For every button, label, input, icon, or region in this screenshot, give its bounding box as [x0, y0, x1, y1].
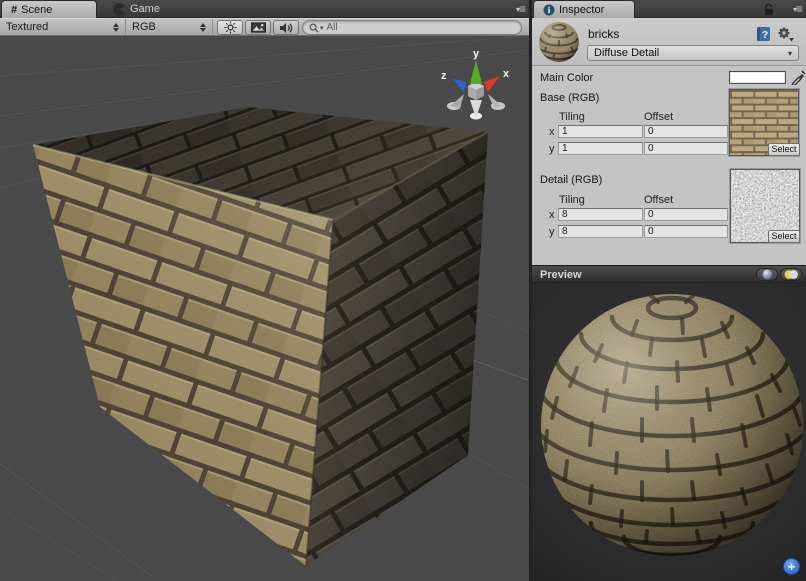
detail-row-y-label: y — [549, 226, 555, 238]
base-section-label: Base (RGB) — [540, 92, 599, 104]
gizmo-label-y: y — [473, 48, 480, 60]
brick-cube[interactable] — [33, 107, 488, 566]
scene-panel: # Scene Game ▾≡ Textured RGB — [0, 0, 529, 581]
scene-search-field[interactable]: ▾ — [302, 20, 522, 35]
search-scope-caret-icon[interactable]: ▾ — [320, 24, 324, 32]
dropdown-arrow-icon: ▾ — [788, 49, 792, 58]
inspector-panel: i Inspector ▾≡ — [530, 0, 806, 581]
skybox-toggle-button[interactable] — [245, 20, 271, 35]
unity-editor-window: # Scene Game ▾≡ Textured RGB — [0, 0, 806, 581]
material-ball-thumbnail — [538, 21, 580, 63]
lighting-toggle-button[interactable] — [217, 20, 243, 35]
search-input[interactable] — [327, 22, 515, 33]
shader-value: Diffuse Detail — [594, 47, 659, 59]
sun-icon — [224, 21, 237, 34]
gizmo-axis-x[interactable] — [484, 76, 500, 92]
scene-viewport[interactable]: y x z — [0, 36, 529, 581]
inspector-tabstrip: i Inspector ▾≡ — [532, 0, 806, 18]
lock-icon[interactable] — [763, 3, 774, 16]
scene-toolbar: Textured RGB — [0, 18, 529, 36]
svg-text:?: ? — [762, 30, 768, 41]
base-offset-y-input[interactable] — [644, 142, 728, 155]
tab-scene[interactable]: # Scene — [1, 0, 97, 18]
draw-mode-label: Textured — [6, 21, 48, 33]
base-offset-header: Offset — [644, 111, 673, 123]
detail-offset-y-input[interactable] — [644, 225, 728, 238]
gear-icon[interactable] — [777, 26, 794, 42]
detail-row-x-label: x — [549, 209, 555, 221]
scene-tabstrip: # Scene Game ▾≡ — [0, 0, 529, 18]
preview-area[interactable]: + — [532, 283, 806, 581]
preview-title: Preview — [540, 269, 582, 281]
base-row-x-label: x — [549, 126, 555, 138]
material-header: bricks Shader Diffuse Detail ▾ ? — [532, 18, 806, 66]
tab-game-label: Game — [130, 3, 160, 15]
shader-dropdown[interactable]: Diffuse Detail ▾ — [587, 45, 799, 61]
popup-arrows-icon — [105, 23, 119, 32]
preview-mesh-button[interactable] — [756, 268, 778, 281]
tab-inspector[interactable]: i Inspector — [533, 0, 635, 18]
main-color-label: Main Color — [540, 72, 593, 84]
speaker-icon — [279, 22, 293, 34]
preview-lighting-button[interactable] — [780, 268, 802, 281]
scene-grid-icon: # — [11, 4, 17, 16]
image-icon — [251, 22, 266, 33]
inspector-panel-menu-icon[interactable]: ▾≡ — [780, 2, 802, 16]
base-tiling-x-input[interactable] — [558, 125, 643, 138]
base-offset-x-input[interactable] — [644, 125, 728, 138]
tab-inspector-label: Inspector — [559, 4, 604, 16]
eyedropper-icon[interactable] — [791, 69, 805, 85]
base-tiling-y-input[interactable] — [558, 142, 643, 155]
game-icon — [113, 3, 126, 16]
lighting-toggle-icon — [784, 269, 798, 280]
detail-texture-select-button[interactable]: Select — [768, 230, 800, 243]
material-preview-sphere — [532, 283, 806, 581]
audio-toggle-button[interactable] — [273, 20, 299, 35]
detail-offset-x-input[interactable] — [644, 208, 728, 221]
sphere-icon — [762, 269, 773, 280]
help-icon[interactable]: ? — [756, 26, 771, 42]
gizmo-axis-z[interactable] — [452, 78, 466, 92]
gizmo-axis-y[interactable] — [470, 60, 482, 84]
color-mode-label: RGB — [132, 21, 156, 33]
detail-offset-header: Offset — [644, 194, 673, 206]
main-color-swatch[interactable] — [729, 71, 786, 84]
orientation-gizmo[interactable]: y x z — [436, 44, 516, 124]
detail-tiling-y-input[interactable] — [558, 225, 643, 238]
base-texture-select-button[interactable]: Select — [768, 143, 800, 156]
preview-zoom-in-button[interactable]: + — [783, 558, 800, 575]
scene-panel-menu-icon[interactable]: ▾≡ — [503, 2, 525, 16]
info-icon: i — [543, 4, 555, 16]
tab-game[interactable]: Game — [104, 0, 169, 18]
color-mode-dropdown[interactable]: RGB — [126, 19, 213, 35]
gizmo-label-x: x — [503, 68, 510, 80]
gizmo-label-z: z — [441, 70, 447, 82]
draw-mode-dropdown[interactable]: Textured — [0, 19, 126, 35]
popup-arrows-icon — [192, 23, 206, 32]
base-row-y-label: y — [549, 143, 555, 155]
preview-header: Preview — [532, 265, 806, 283]
detail-tiling-header: Tiling — [559, 194, 585, 206]
gizmo-axis-neg-x[interactable] — [450, 94, 464, 108]
gizmo-axis-neg-z[interactable] — [488, 94, 502, 108]
detail-tiling-x-input[interactable] — [558, 208, 643, 221]
search-icon — [309, 23, 319, 33]
material-name: bricks — [588, 27, 619, 41]
material-properties: Main Color Base (RGB) — [532, 66, 806, 265]
tab-scene-label: Scene — [21, 4, 52, 16]
base-tiling-header: Tiling — [559, 111, 585, 123]
detail-section-label: Detail (RGB) — [540, 174, 602, 186]
